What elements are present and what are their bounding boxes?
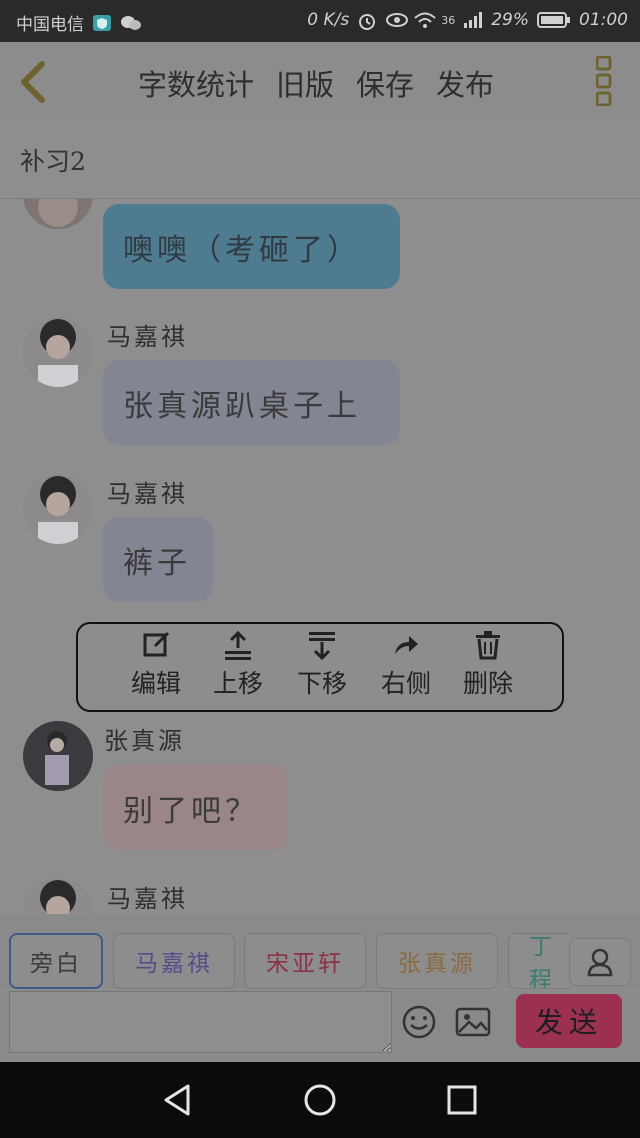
sender-name: 马嘉祺 bbox=[107, 480, 188, 508]
message-bubble[interactable]: 裤子 bbox=[103, 517, 213, 602]
emoji-icon bbox=[402, 1005, 436, 1039]
edit-button[interactable]: 编辑 bbox=[116, 630, 196, 700]
right-side-button[interactable]: 右侧 bbox=[366, 630, 446, 700]
circle-home-icon bbox=[304, 1084, 336, 1116]
message-text: 张真源趴桌子上 bbox=[123, 388, 361, 424]
input-bar: 发送 bbox=[0, 990, 640, 1062]
eye-icon bbox=[385, 11, 409, 29]
image-icon bbox=[455, 1007, 491, 1037]
character-chip[interactable]: 宋亚轩 bbox=[244, 933, 366, 989]
message-bubble[interactable]: 噢噢（考砸了） bbox=[103, 204, 400, 289]
nav-recent-button[interactable] bbox=[446, 1084, 478, 1116]
avatar[interactable] bbox=[23, 317, 93, 387]
battery-icon bbox=[537, 11, 571, 29]
character-chip[interactable]: 马嘉祺 bbox=[113, 933, 235, 989]
image-button[interactable] bbox=[454, 1004, 492, 1040]
wechat-icon bbox=[120, 14, 141, 32]
send-button[interactable]: 发送 bbox=[516, 994, 622, 1048]
signal-icon bbox=[463, 11, 483, 29]
character-chip[interactable]: 丁程 bbox=[508, 933, 570, 989]
message-text: 别了吧？ bbox=[123, 793, 259, 829]
story-title: 补习2 bbox=[20, 147, 86, 176]
sender-name: 张真源 bbox=[104, 727, 185, 755]
save-button[interactable]: 保存 bbox=[356, 62, 414, 104]
user-icon bbox=[587, 948, 613, 977]
move-up-button[interactable]: 上移 bbox=[198, 630, 278, 700]
triangle-back-icon bbox=[164, 1084, 190, 1116]
status-bar: 中国电信 0 K/s 36 29% 01:00 bbox=[0, 0, 640, 42]
message-text: 噢噢（考砸了） bbox=[123, 232, 361, 268]
avatar[interactable] bbox=[23, 878, 93, 914]
chat-area[interactable]: 噢噢（考砸了） 马嘉祺 张真源趴桌子上 马嘉祺 裤子 编辑 上移 下移 右侧 删… bbox=[0, 199, 640, 914]
character-chip-narrator[interactable]: 旁白 bbox=[9, 933, 103, 989]
square-recent-icon bbox=[447, 1085, 477, 1115]
character-bar: 旁白 马嘉祺 宋亚轩 张真源 丁程 bbox=[0, 915, 640, 989]
nav-back-button[interactable] bbox=[160, 1082, 196, 1118]
emoji-button[interactable] bbox=[401, 1004, 437, 1040]
network-type: 36 bbox=[441, 13, 456, 27]
arrow-up-icon bbox=[225, 630, 251, 660]
message-text: 裤子 bbox=[123, 545, 191, 581]
old-version-button[interactable]: 旧版 bbox=[276, 62, 334, 104]
chevron-left-icon bbox=[21, 61, 45, 103]
message-input[interactable] bbox=[9, 991, 392, 1053]
trash-icon bbox=[476, 631, 500, 660]
clock: 01:00 bbox=[579, 10, 628, 30]
avatar[interactable] bbox=[23, 474, 93, 544]
more-menu-button[interactable] bbox=[595, 55, 612, 107]
nav-home-button[interactable] bbox=[302, 1082, 338, 1118]
shield-icon bbox=[92, 14, 112, 32]
wifi-icon bbox=[413, 11, 436, 29]
publish-button[interactable]: 发布 bbox=[436, 62, 494, 104]
network-speed: 0 K/s bbox=[307, 10, 350, 30]
back-button[interactable] bbox=[18, 60, 48, 104]
alarm-icon bbox=[357, 11, 377, 30]
move-down-button[interactable]: 下移 bbox=[282, 630, 362, 700]
more-vertical-icon bbox=[595, 55, 612, 107]
avatar[interactable] bbox=[23, 721, 93, 791]
story-title-bar[interactable]: 补习2 bbox=[0, 120, 640, 199]
message-context-menu: 编辑 上移 下移 右侧 删除 bbox=[76, 622, 564, 712]
battery-percent: 29% bbox=[491, 10, 529, 30]
navigation-bar bbox=[0, 1062, 640, 1138]
message-bubble[interactable]: 别了吧？ bbox=[103, 765, 288, 850]
character-chip[interactable]: 张真源 bbox=[376, 933, 498, 989]
arrow-down-icon bbox=[309, 632, 335, 660]
sender-name: 马嘉祺 bbox=[107, 885, 188, 913]
share-arrow-icon bbox=[395, 636, 418, 654]
delete-button[interactable]: 删除 bbox=[448, 630, 528, 700]
sender-name: 马嘉祺 bbox=[107, 323, 188, 351]
message-bubble[interactable]: 张真源趴桌子上 bbox=[103, 360, 400, 445]
header: 字数统计 旧版 保存 发布 bbox=[0, 42, 640, 121]
add-character-button[interactable] bbox=[569, 938, 631, 986]
edit-icon bbox=[143, 631, 170, 657]
carrier-label: 中国电信 bbox=[16, 15, 84, 35]
word-count-button[interactable]: 字数统计 bbox=[138, 62, 254, 104]
avatar[interactable] bbox=[23, 199, 93, 229]
